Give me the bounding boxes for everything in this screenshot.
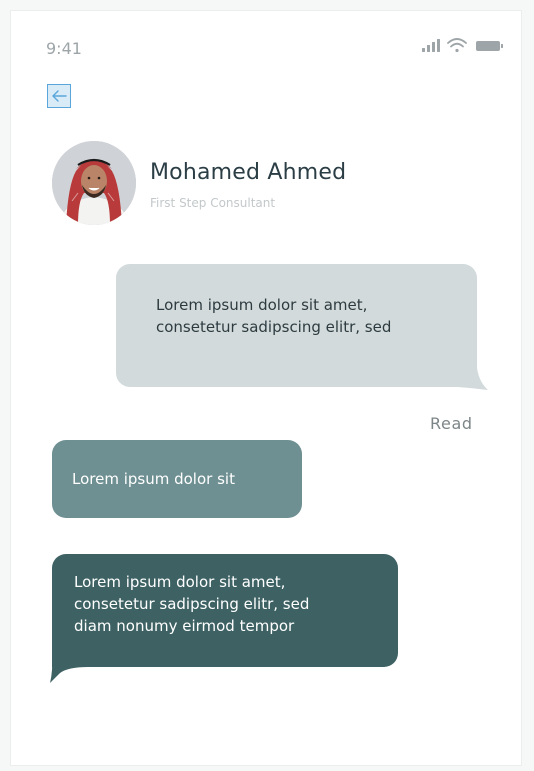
avatar[interactable] (52, 141, 136, 225)
status-icons (422, 38, 503, 53)
message-line: consetetur sadipscing elitr, sed (74, 595, 310, 613)
message-line: Lorem ipsum dolor sit amet, (156, 296, 368, 314)
battery-icon (476, 41, 503, 51)
contact-name: Mohamed Ahmed (150, 160, 347, 185)
bubble-tail (50, 655, 88, 683)
message-line: consetetur sadipscing elitr, sed (156, 318, 392, 336)
message-bubble-received[interactable]: Lorem ipsum dolor sit amet, consetetur s… (52, 554, 398, 667)
message-bubble-received[interactable]: Lorem ipsum dolor sit (52, 440, 302, 518)
read-status: Read (430, 414, 473, 433)
message-line: Lorem ipsum dolor sit (72, 470, 235, 488)
bubble-tail (458, 368, 488, 390)
avatar-image (52, 141, 136, 225)
contact-role: First Step Consultant (150, 196, 276, 210)
message-line: Lorem ipsum dolor sit amet, (74, 573, 286, 591)
message-bubble-sent[interactable]: Lorem ipsum dolor sit amet, consetetur s… (116, 264, 477, 387)
signal-icon (422, 39, 440, 52)
message-line: diam nonumy eirmod tempor (74, 617, 295, 635)
wifi-icon (447, 38, 467, 53)
status-time: 9:41 (46, 39, 82, 58)
arrow-left-icon (52, 90, 67, 102)
back-button[interactable] (47, 84, 71, 108)
